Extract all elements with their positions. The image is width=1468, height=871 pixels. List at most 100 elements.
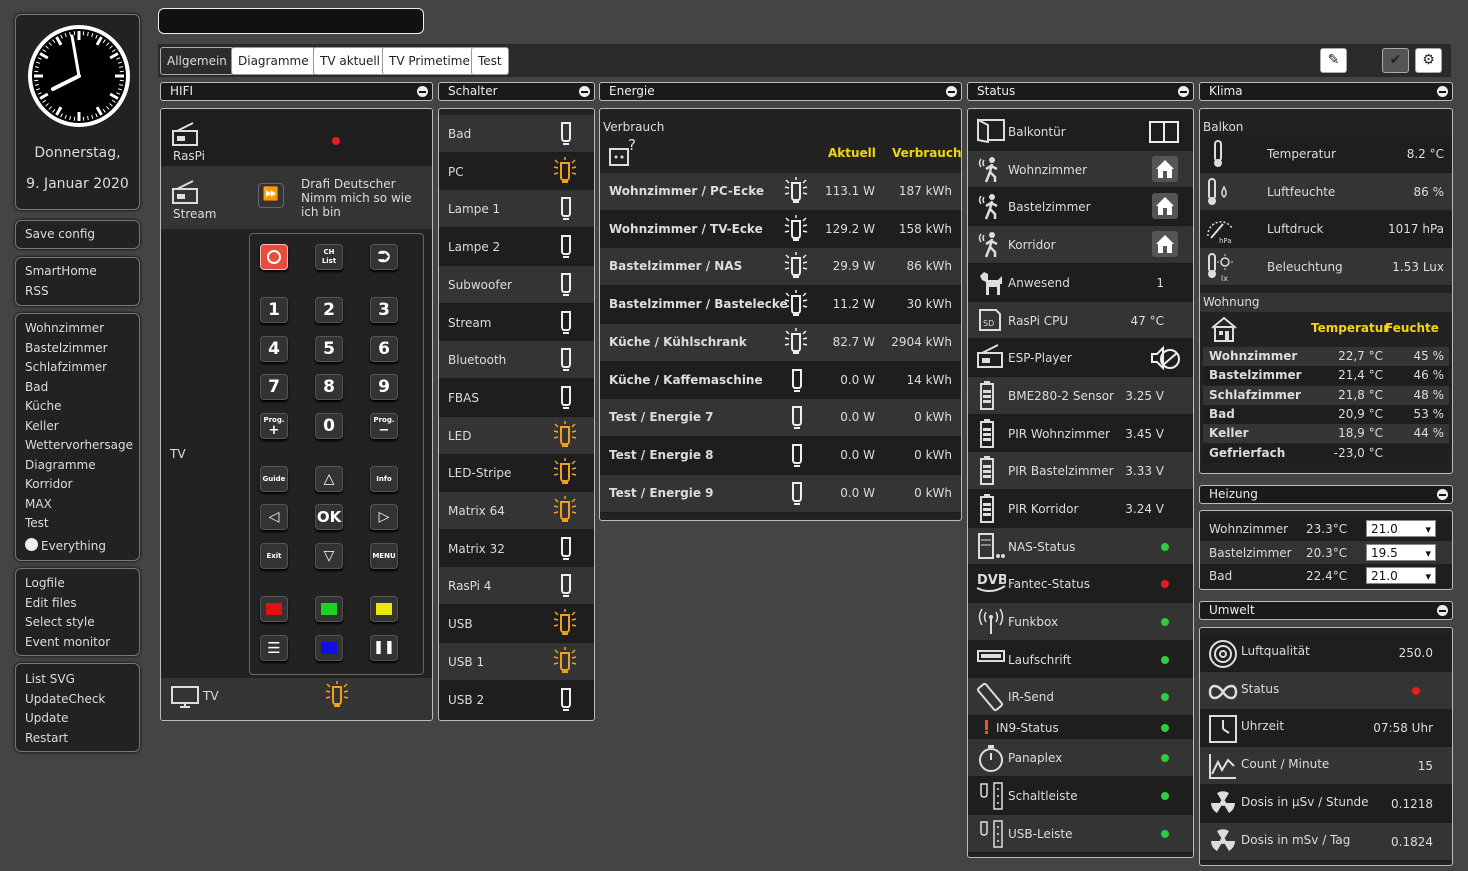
room-link-bastelzimmer[interactable]: Bastelzimmer	[16, 339, 139, 359]
status-row[interactable]: Korridor	[968, 226, 1193, 264]
energy-row[interactable]: Wohnzimmer / PC-Ecke 113.1 W 187 kWh	[600, 173, 961, 211]
menu-link-updatecheck[interactable]: UpdateCheck	[16, 690, 139, 710]
status-row[interactable]: Wohnzimmer	[968, 151, 1193, 188]
room-link-wettervorhersage[interactable]: Wettervorhersage	[16, 436, 139, 456]
switch-row[interactable]: FBAS	[439, 378, 594, 417]
switch-row[interactable]: USB	[439, 605, 594, 644]
prog-plus-button[interactable]: Prog. +	[260, 413, 288, 439]
collapse-icon[interactable]	[1437, 605, 1448, 616]
menu-link-edit-files[interactable]: Edit files	[16, 594, 139, 614]
menu-button[interactable]: MENU	[370, 543, 398, 569]
key-0[interactable]: 0	[315, 413, 343, 439]
energy-row[interactable]: Küche / Kühlschrank 82.7 W 2904 kWh	[600, 323, 961, 362]
status-header[interactable]: Status	[967, 82, 1194, 101]
status-row[interactable]: Schaltleiste	[968, 777, 1193, 815]
power-button[interactable]	[260, 244, 288, 270]
status-row[interactable]: Balkontür	[968, 113, 1193, 151]
key-7[interactable]: 7	[260, 374, 288, 400]
status-row[interactable]: PIR Bastelzimmer 3.33 V	[968, 452, 1193, 490]
bulb-on-icon[interactable]	[324, 681, 350, 711]
prog-minus-button[interactable]: Prog. −	[370, 413, 398, 439]
switch-row[interactable]: LED-Stripe	[439, 454, 594, 493]
umwelt-header[interactable]: Umwelt	[1199, 601, 1453, 620]
status-row[interactable]: Anwesend 1	[968, 264, 1193, 302]
energy-row[interactable]: Bastelzimmer / Bastelecke 11.2 W 30 kWh	[600, 286, 961, 325]
menu-link-event-monitor[interactable]: Event monitor	[16, 633, 139, 653]
switch-row[interactable]: PC	[439, 152, 594, 191]
switch-row[interactable]: Matrix 32	[439, 529, 594, 568]
key-3[interactable]: 3	[370, 297, 398, 323]
energy-row[interactable]: Test / Energie 7 0.0 W 0 kWh	[600, 399, 961, 438]
down-arrow-icon[interactable]: ▽	[315, 543, 343, 569]
status-row[interactable]: NAS-Status	[968, 528, 1193, 565]
exit-button[interactable]: Exit	[260, 543, 288, 569]
heizung-header[interactable]: Heizung	[1199, 485, 1453, 504]
everything-link[interactable]: Everything	[16, 537, 139, 557]
status-row[interactable]: Laufschrift	[968, 641, 1193, 678]
switch-row[interactable]: USB 1	[439, 642, 594, 681]
menu-link-update[interactable]: Update	[16, 709, 139, 729]
room-link-schlafzimmer[interactable]: Schlafzimmer	[16, 358, 139, 378]
save-config-link[interactable]: Save config	[16, 225, 139, 245]
info-button[interactable]: Info	[370, 466, 398, 492]
status-row[interactable]: IN9-Status	[968, 716, 1193, 739]
fast-forward-button[interactable]: ⏩	[258, 183, 284, 208]
pause-icon[interactable]: ❚❚	[370, 635, 398, 661]
key-6[interactable]: 6	[370, 336, 398, 362]
right-arrow-icon[interactable]: ▷	[370, 504, 398, 530]
status-row[interactable]: DVB Fantec-Status	[968, 565, 1193, 603]
room-link-bad[interactable]: Bad	[16, 378, 139, 398]
yellow-button[interactable]	[370, 596, 398, 622]
pencil-icon[interactable]: ✎	[1320, 48, 1347, 73]
search-input[interactable]	[158, 8, 424, 34]
tab-tv-aktuell[interactable]: TV aktuell	[313, 47, 388, 75]
menu-link-smarthome[interactable]: SmartHome	[16, 262, 139, 282]
key-1[interactable]: 1	[260, 297, 288, 323]
green-button[interactable]	[315, 596, 343, 622]
status-row[interactable]: Panaplex	[968, 739, 1193, 777]
schalter-header[interactable]: Schalter	[438, 82, 595, 101]
collapse-icon[interactable]	[417, 86, 428, 97]
status-row[interactable]: Funkbox	[968, 603, 1193, 641]
teletext-icon[interactable]: ☰	[260, 635, 288, 661]
switch-row[interactable]: Stream	[439, 303, 594, 342]
switch-row[interactable]: RasPi 4	[439, 567, 594, 606]
room-link-test[interactable]: Test	[16, 514, 139, 534]
key-4[interactable]: 4	[260, 336, 288, 362]
red-button[interactable]	[260, 596, 288, 622]
room-link-korridor[interactable]: Korridor	[16, 475, 139, 495]
left-arrow-icon[interactable]: ◁	[260, 504, 288, 530]
key-5[interactable]: 5	[315, 336, 343, 362]
switch-row[interactable]: Bluetooth	[439, 341, 594, 380]
energy-row[interactable]: Wohnzimmer / TV-Ecke 129.2 W 158 kWh	[600, 210, 961, 249]
switch-row[interactable]: Bad	[439, 115, 594, 153]
energy-row[interactable]: Test / Energie 8 0.0 W 0 kWh	[600, 436, 961, 475]
gear-icon[interactable]: ⚙	[1415, 48, 1442, 73]
key-9[interactable]: 9	[370, 374, 398, 400]
key-2[interactable]: 2	[315, 297, 343, 323]
status-row[interactable]: IR-Send	[968, 678, 1193, 716]
energy-row[interactable]: Küche / Kaffemaschine 0.0 W 14 kWh	[600, 361, 961, 400]
status-row[interactable]: USB-Leiste	[968, 815, 1193, 853]
energy-row[interactable]: Test / Energie 9 0.0 W 0 kWh	[600, 474, 961, 513]
switch-row[interactable]: LED	[439, 416, 594, 455]
menu-link-logfile[interactable]: Logfile	[16, 574, 139, 594]
switch-row[interactable]: Lampe 1	[439, 190, 594, 229]
switch-row[interactable]: Matrix 64	[439, 492, 594, 530]
status-row[interactable]: PIR Korridor 3.24 V	[968, 490, 1193, 528]
ch-list-button[interactable]: CH List	[315, 244, 343, 270]
menu-link-list-svg[interactable]: List SVG	[16, 670, 139, 690]
tab-allgemein[interactable]: Allgemein	[160, 47, 234, 75]
room-link-diagramme[interactable]: Diagramme	[16, 456, 139, 476]
menu-link-select-style[interactable]: Select style	[16, 613, 139, 633]
status-row[interactable]: ESP-Player	[968, 339, 1193, 377]
ok-button[interactable]: OK	[315, 504, 343, 530]
room-link-keller[interactable]: Keller	[16, 417, 139, 437]
input-source-button[interactable]: ⮊	[370, 244, 398, 270]
switch-row[interactable]: USB 2	[439, 680, 594, 719]
blue-button[interactable]	[315, 635, 343, 661]
key-8[interactable]: 8	[315, 374, 343, 400]
setpoint-select[interactable]: 19.5	[1366, 543, 1436, 562]
collapse-icon[interactable]	[1437, 489, 1448, 500]
setpoint-select[interactable]: 21.0	[1366, 567, 1436, 585]
